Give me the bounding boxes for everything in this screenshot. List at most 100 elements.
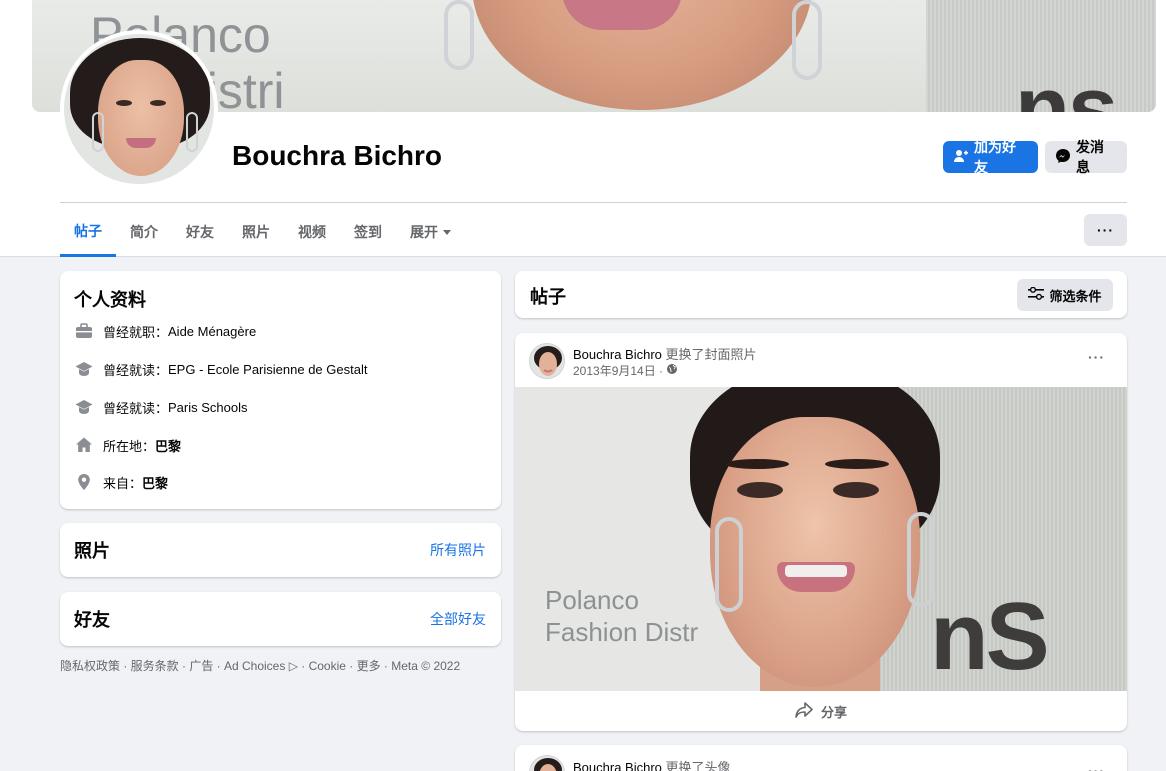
intro-item-value[interactable]: Aide Ménagère xyxy=(168,324,256,339)
profile-avatar[interactable] xyxy=(60,30,218,188)
post-options-button[interactable]: ··· xyxy=(1088,349,1105,365)
photos-card: 照片 所有照片 xyxy=(60,523,501,577)
posts-title: 帖子 xyxy=(530,287,566,307)
footer-links[interactable]: 隐私权政策 · 服务条款 · 广告 · Ad Choices ▷ · Cooki… xyxy=(60,657,460,674)
photo-eye xyxy=(833,482,879,498)
intro-item-value[interactable]: EPG - Ecole Parisienne de Gestalt xyxy=(168,362,367,377)
post-title: Bouchra Bichro 更换了封面照片 xyxy=(573,344,757,363)
location-pin-icon xyxy=(74,472,94,492)
intro-item-prefix: 曾经就读： xyxy=(103,362,169,378)
avatar-eye xyxy=(116,100,132,106)
post-author-avatar[interactable] xyxy=(529,755,565,771)
intro-item-education: 曾经就读： EPG - Ecole Parisienne de Gestalt xyxy=(74,357,367,381)
photo-text-1: Polanco xyxy=(545,585,639,615)
intro-item-hometown: 来自： 巴黎 xyxy=(74,470,168,494)
intro-item-current-city: 所在地： 巴黎 xyxy=(74,433,181,457)
filters-button[interactable]: 筛选条件 xyxy=(1017,279,1113,311)
intro-item-value[interactable]: Paris Schools xyxy=(168,400,247,415)
intro-item-value[interactable]: 巴黎 xyxy=(142,473,168,492)
avatar-eye xyxy=(150,100,166,106)
tab-friends[interactable]: 好友 xyxy=(172,207,228,257)
ellipsis-icon: ··· xyxy=(1088,349,1105,365)
post-action: 更换了头像 xyxy=(661,760,731,771)
intro-item-education: 曾经就读： Paris Schools xyxy=(74,395,248,419)
tab-label: 帖子 xyxy=(74,222,102,239)
post-author-avatar[interactable] xyxy=(529,343,565,379)
tab-label: 好友 xyxy=(186,224,214,240)
globe-icon xyxy=(666,363,678,378)
post-card: Bouchra Bichro 更换了封面照片 2013年9月14日 · ··· … xyxy=(515,333,1127,731)
photo-brow xyxy=(825,459,889,469)
photo-earring xyxy=(907,512,935,607)
photo-eye xyxy=(737,482,783,498)
avatar-earring xyxy=(186,112,198,152)
cover-text-3: ns xyxy=(1014,59,1118,112)
sliders-icon xyxy=(1028,286,1045,304)
cover-earring-right xyxy=(792,0,822,80)
tab-label: 照片 xyxy=(242,224,270,240)
intro-card: 个人资料 曾经就职： Aide Ménagère 曾经就读： EPG - Eco… xyxy=(60,271,501,509)
tab-more[interactable]: 展开 xyxy=(396,207,465,257)
post-action: 更换了封面照片 xyxy=(661,347,757,362)
add-person-icon xyxy=(953,148,969,167)
ellipsis-icon: ··· xyxy=(1088,763,1105,771)
home-icon xyxy=(74,435,94,455)
avatar-face xyxy=(98,60,184,176)
post-meta: 2013年9月14日 · xyxy=(573,362,678,379)
post-date[interactable]: 2013年9月14日 · xyxy=(573,362,663,379)
message-label: 发消息 xyxy=(1076,139,1104,175)
tab-photos[interactable]: 照片 xyxy=(228,207,284,257)
tab-label: 简介 xyxy=(130,224,158,240)
all-friends-link[interactable]: 全部好友 xyxy=(430,609,486,629)
graduation-cap-icon xyxy=(74,397,94,417)
graduation-cap-icon xyxy=(74,359,94,379)
intro-item-prefix: 所在地： xyxy=(103,438,156,454)
tab-label: 签到 xyxy=(354,224,382,240)
post-cover-photo[interactable]: Polanco Fashion Distr nS xyxy=(515,387,1127,691)
caret-down-icon xyxy=(443,229,451,235)
cover-earring-left xyxy=(444,0,474,70)
messenger-icon xyxy=(1055,148,1071,167)
tab-posts[interactable]: 帖子 xyxy=(60,207,116,257)
friends-title: 好友 xyxy=(74,610,110,630)
intro-item-prefix: 曾经就职： xyxy=(103,324,169,340)
profile-tabs: 帖子 简介 好友 照片 视频 签到 展开 xyxy=(60,207,465,257)
header-divider xyxy=(60,202,1127,203)
intro-item-prefix: 曾经就读： xyxy=(103,400,169,416)
tab-label: 展开 xyxy=(410,224,438,240)
post-author-name[interactable]: Bouchra Bichro xyxy=(573,760,662,771)
tab-about[interactable]: 简介 xyxy=(116,207,172,257)
intro-item-prefix: 来自： xyxy=(103,475,143,491)
photo-brow xyxy=(725,459,789,469)
tab-videos[interactable]: 视频 xyxy=(284,207,340,257)
tab-label: 视频 xyxy=(298,224,326,240)
profile-name: Bouchra Bichro xyxy=(232,140,443,171)
intro-item-work: 曾经就职： Aide Ménagère xyxy=(74,319,256,343)
filters-label: 筛选条件 xyxy=(1049,288,1102,304)
posts-header-card: 帖子 筛选条件 xyxy=(515,271,1127,318)
profile-header: Polanco ion Distri ns Bouchra Bichro 加为好… xyxy=(0,0,1166,257)
photos-title: 照片 xyxy=(74,541,110,561)
all-photos-link[interactable]: 所有照片 xyxy=(430,540,486,560)
post-author-name[interactable]: Bouchra Bichro xyxy=(573,347,662,362)
add-friend-button[interactable]: 加为好友 xyxy=(943,139,1038,175)
post-card: Bouchra Bichro 更换了头像 ··· xyxy=(515,745,1127,771)
intro-item-value[interactable]: 巴黎 xyxy=(155,436,181,455)
photo-earring xyxy=(715,517,743,612)
photo-text-2: Fashion Distr xyxy=(545,617,699,647)
tab-checkins[interactable]: 签到 xyxy=(340,207,396,257)
ellipsis-icon: ··· xyxy=(1097,222,1114,238)
post-options-button[interactable]: ··· xyxy=(1088,763,1105,771)
intro-title: 个人资料 xyxy=(74,290,146,310)
share-label: 分享 xyxy=(820,704,847,720)
share-arrow-icon xyxy=(795,701,813,721)
more-options-button[interactable]: ··· xyxy=(1084,214,1127,246)
avatar-earring xyxy=(92,112,104,152)
friends-card: 好友 全部好友 xyxy=(60,592,501,646)
message-button[interactable]: 发消息 xyxy=(1045,139,1127,175)
share-button[interactable]: 分享 xyxy=(515,691,1127,731)
photo-teeth xyxy=(785,565,847,577)
add-friend-label: 加为好友 xyxy=(974,139,1016,175)
briefcase-icon xyxy=(74,321,94,341)
photo-text-3: nS xyxy=(930,583,1050,690)
